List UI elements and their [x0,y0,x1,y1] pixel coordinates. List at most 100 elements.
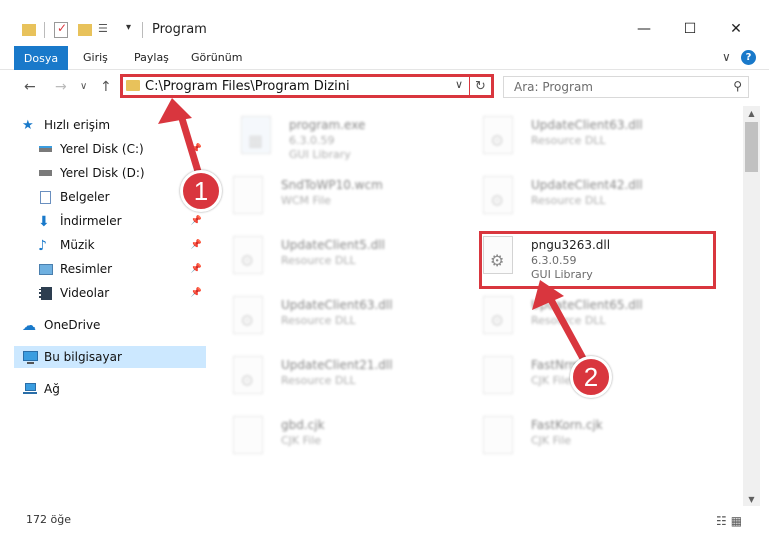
sidebar-item-music[interactable]: ♪ Müzik 📌 [14,234,206,256]
pin-icon[interactable]: 📌 [191,216,202,226]
properties-icon[interactable]: ✓ [54,21,68,38]
help-icon[interactable]: ? [741,50,756,65]
sidebar-item-label: Yerel Disk (C:) [60,142,144,156]
sidebar-item-pictures[interactable]: Resimler 📌 [14,258,206,280]
pin-icon[interactable]: 📌 [191,144,202,154]
large-icons-view-icon[interactable]: ▦ [731,514,746,528]
sidebar-item-label: Yerel Disk (D:) [60,166,145,180]
list-item[interactable]: ⚙ UpdateClient42.dll Resource DLL [483,174,703,222]
sidebar-item-downloads[interactable]: ⬇ İndirmeler 📌 [14,210,206,232]
sidebar-item-local-disk-c[interactable]: Yerel Disk (C:) 📌 [14,138,206,160]
file-type: Resource DLL [281,254,356,267]
sidebar-item-local-disk-d[interactable]: Yerel Disk (D:) [14,162,206,184]
file-list: ▦ program.exe 6.3.0.59 GUI Library SndTo… [208,106,743,506]
list-item[interactable]: ⚙ UpdateClient65.dll Resource DLL [483,294,703,342]
pictures-icon [38,262,54,276]
sidebar-item-videos[interactable]: Videolar 📌 [14,282,206,304]
sidebar-item-network[interactable]: Ağ [14,378,206,400]
search-input[interactable]: Ara: Program ⚲ [503,76,749,98]
drive-icon [38,166,54,180]
maximize-button[interactable]: ☐ [667,14,713,44]
title-divider [142,22,143,38]
tab-file[interactable]: Dosya [14,46,68,70]
sidebar-item-label: OneDrive [44,318,101,332]
back-button[interactable]: ← [24,79,36,95]
new-folder-icon[interactable] [78,24,92,36]
folder-icon [126,80,140,91]
sidebar-item-documents[interactable]: Belgeler [14,186,206,208]
window-title: Program [152,22,207,37]
sidebar-item-label: Belgeler [60,190,110,204]
sidebar-item-label: Müzik [60,238,95,252]
file-name: program.exe [289,118,366,132]
customize-quick-access-icon[interactable]: ▾ [126,22,131,38]
vertical-scrollbar[interactable]: ▲ ▼ [743,106,760,506]
file-name: UpdateClient65.dll [531,298,643,312]
list-item[interactable]: ▦ program.exe 6.3.0.59 GUI Library [241,114,461,162]
file-type: CJK File [531,434,572,447]
file-name: UpdateClient21.dll [281,358,393,372]
tab-home[interactable]: Giriş [83,51,108,64]
file-icon [483,356,513,394]
sidebar-item-quick-access[interactable]: ★ Hızlı erişim [14,114,206,136]
up-button[interactable]: ↑ [100,79,112,95]
pin-icon[interactable]: 📌 [191,264,202,274]
file-type: Resource DLL [281,374,356,387]
star-icon: ★ [22,118,34,133]
item-count: 172 öğe [26,513,71,526]
forward-button[interactable]: → [55,79,67,95]
ribbon-expand-button[interactable]: ∨ [722,50,731,64]
pin-icon[interactable]: 📌 [191,240,202,250]
list-item[interactable]: FastKorn.cjk CJK File [483,414,703,462]
scroll-thumb[interactable] [745,122,758,172]
file-name: UpdateClient42.dll [531,178,643,192]
file-type: Resource DLL [281,314,356,327]
list-item[interactable]: ⚙ UpdateClient21.dll Resource DLL [233,354,453,402]
dll-file-icon: ⚙ [233,296,263,334]
sidebar-item-this-pc[interactable]: Bu bilgisayar [14,346,206,368]
minimize-button[interactable]: — [621,14,667,44]
tab-share[interactable]: Paylaş [134,51,169,64]
file-name: SndToWP10.wcm [281,178,383,192]
sidebar-item-label: Bu bilgisayar [44,350,122,364]
recent-locations-button[interactable]: ∨ [80,81,87,92]
file-type: CJK File [281,434,322,447]
computer-icon [22,350,38,364]
list-item[interactable]: gbd.cjk CJK File [233,414,453,462]
pin-icon[interactable]: 📌 [191,288,202,298]
sidebar-item-label: Ağ [44,382,60,396]
scroll-up-icon[interactable]: ▲ [743,106,760,120]
file-type: Resource DLL [531,314,606,327]
list-item[interactable]: ⚙ UpdateClient63.dll Resource DLL [233,294,453,342]
file-version: 6.3.0.59 [289,134,335,147]
file-type: WCM File [281,194,331,207]
drive-icon [38,142,54,156]
tab-view[interactable]: Görünüm [191,51,242,64]
dll-file-icon: ⚙ [483,176,513,214]
details-view-icon[interactable]: ☷ [716,514,731,528]
refresh-button[interactable]: ↻ [469,74,491,98]
folder-icon [22,24,36,36]
sidebar-item-onedrive[interactable]: ☁ OneDrive [14,314,206,336]
address-bar[interactable]: C:\Program Files\Program Dizini ∨ ↻ [120,74,494,98]
sidebar-item-label: Videolar [60,286,110,300]
highlight-box [479,231,716,289]
rename-icon[interactable]: ☰ [98,22,112,36]
sidebar-item-label: İndirmeler [60,214,122,228]
navigation-pane: ★ Hızlı erişim Yerel Disk (C:) 📌 Yerel D… [0,106,208,506]
chevron-down-icon[interactable]: ∨ [455,78,463,91]
list-item[interactable]: SndToWP10.wcm WCM File [233,174,453,222]
list-item[interactable]: ⚙ UpdateClient5.dll Resource DLL [233,234,453,282]
cloud-icon: ☁ [22,318,36,334]
download-icon: ⬇ [38,214,50,230]
title-bar: ✓ ☰ ▾ Program — ☐ ✕ [0,0,769,44]
file-icon [483,416,513,454]
sidebar-item-label: Resimler [60,262,113,276]
scroll-down-icon[interactable]: ▼ [743,492,760,506]
exe-file-icon: ▦ [241,116,271,154]
file-name: FastKorn.cjk [531,418,603,432]
network-icon [22,382,38,396]
sidebar-item-label: Hızlı erişim [44,118,111,132]
list-item[interactable]: ⚙ UpdateClient63.dll Resource DLL [483,114,703,162]
close-button[interactable]: ✕ [713,14,759,44]
